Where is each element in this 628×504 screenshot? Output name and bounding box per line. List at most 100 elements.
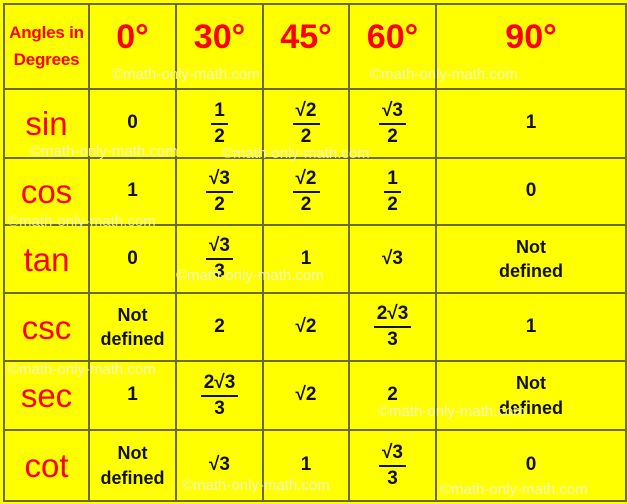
value-cell: 1 bbox=[88, 157, 177, 226]
not-defined-value: Not defined bbox=[100, 303, 164, 352]
fraction-value: 12 bbox=[211, 100, 228, 148]
numeric-value: 1 bbox=[127, 384, 138, 406]
numeric-value: 0 bbox=[127, 112, 138, 134]
corner-header-label: Angles in Degrees bbox=[5, 20, 88, 73]
angle-header-label: 90° bbox=[505, 17, 557, 56]
value-cell: √3 bbox=[348, 224, 437, 294]
function-label: tan bbox=[23, 240, 70, 278]
fraction-value: √2 2 bbox=[292, 100, 320, 148]
angle-header-label: 0° bbox=[116, 17, 149, 56]
trig-table-container: Angles in Degrees 0° 30° 45° 60° 90° sin 0 1 2 √2 2 √… bbox=[0, 3, 628, 504]
fraction-denominator: 2 bbox=[387, 193, 398, 215]
not-defined-line1: Not bbox=[117, 304, 148, 325]
value-cell: 0 bbox=[88, 88, 177, 159]
fraction-value: √3 3 bbox=[206, 235, 233, 283]
fraction-numerator: √3 bbox=[206, 168, 233, 193]
numeric-value: 0 bbox=[525, 180, 537, 202]
fraction-numerator: √2 bbox=[292, 168, 320, 193]
value-cell: Not defined bbox=[435, 224, 627, 294]
not-defined-line1: Not bbox=[515, 236, 546, 257]
function-label: cos bbox=[20, 173, 73, 210]
row-label-cell-tan: tan bbox=[3, 224, 90, 294]
table-header-row: Angles in Degrees 0° 30° 45° 60° 90° bbox=[3, 3, 627, 90]
numeric-value: √2 bbox=[295, 384, 317, 406]
numeric-value: √2 bbox=[295, 315, 317, 337]
fraction-numerator: 2√3 bbox=[373, 303, 412, 328]
value-cell: Not defined bbox=[88, 429, 177, 502]
row-label-cell-cos: cos bbox=[3, 157, 90, 226]
value-cell: √2 2 bbox=[262, 88, 350, 159]
numeric-value: √3 bbox=[382, 247, 403, 269]
not-defined-value: Not defined bbox=[100, 441, 164, 490]
value-cell: 2 bbox=[175, 292, 264, 362]
value-cell: √2 2 bbox=[262, 157, 350, 226]
angle-header-label: 60° bbox=[366, 17, 419, 56]
numeric-value: 1 bbox=[300, 247, 312, 269]
fraction-denominator: 3 bbox=[214, 397, 225, 419]
value-cell: √3 2 bbox=[348, 88, 437, 159]
row-label-cell-sec: sec bbox=[3, 360, 90, 431]
corner-header-cell: Angles in Degrees bbox=[3, 3, 90, 90]
value-cell: √3 3 bbox=[348, 429, 437, 502]
table-row: sec 1 2√3 3 √2 2 Not defined bbox=[3, 360, 627, 431]
fraction-value: 2√3 3 bbox=[200, 372, 239, 420]
fraction-denominator: 2 bbox=[214, 193, 225, 215]
value-cell: √2 bbox=[262, 360, 350, 431]
value-cell: 12 bbox=[175, 88, 264, 159]
numeric-value: 1 bbox=[127, 180, 138, 202]
numeric-value: 0 bbox=[127, 247, 138, 269]
value-cell: 12 bbox=[348, 157, 437, 226]
table-row: csc Not defined 2 √2 2√3 3 1 bbox=[3, 292, 627, 362]
fraction-value: 2√3 3 bbox=[373, 303, 412, 351]
fraction-numerator: √3 bbox=[379, 442, 406, 467]
value-cell: 2 bbox=[348, 360, 437, 431]
column-header-cell: 60° bbox=[348, 3, 437, 90]
value-cell: 0 bbox=[88, 224, 177, 294]
value-cell: Not defined bbox=[88, 292, 177, 362]
value-cell: Not defined bbox=[435, 360, 627, 431]
value-cell: 1 bbox=[435, 292, 627, 362]
value-cell: √3 bbox=[175, 429, 264, 502]
fraction-value: √3 3 bbox=[379, 442, 406, 490]
not-defined-line2: defined bbox=[498, 397, 563, 418]
fraction-numerator: √2 bbox=[292, 100, 320, 125]
not-defined-line1: Not bbox=[515, 373, 546, 394]
value-cell: 1 bbox=[262, 429, 350, 502]
value-cell: √3 2 bbox=[175, 157, 264, 226]
value-cell: 2√3 3 bbox=[348, 292, 437, 362]
numeric-value: √3 bbox=[209, 454, 230, 476]
value-cell: √3 3 bbox=[175, 224, 264, 294]
value-cell: 1 bbox=[262, 224, 350, 294]
table-row: tan 0 √3 3 1 √3 Not defined bbox=[3, 224, 627, 294]
value-cell: √2 bbox=[262, 292, 350, 362]
function-label: csc bbox=[21, 308, 72, 346]
fraction-denominator: 3 bbox=[214, 261, 225, 282]
row-label-cell-csc: csc bbox=[3, 292, 90, 362]
table-row: sin 0 1 2 √2 2 √3 2 1 bbox=[3, 88, 627, 159]
row-label-cell-sin: sin bbox=[3, 88, 90, 159]
value-cell: 0 bbox=[435, 429, 627, 502]
table-row: cot Not defined √3 1 √3 3 0 bbox=[3, 429, 627, 502]
numeric-value: 1 bbox=[525, 112, 537, 134]
trigonometric-ratio-table: Angles in Degrees 0° 30° 45° 60° 90° sin 0 1 2 √2 2 √… bbox=[3, 3, 627, 502]
fraction-numerator: 1 bbox=[211, 100, 228, 125]
function-label: cot bbox=[24, 447, 69, 484]
function-label: sin bbox=[25, 105, 68, 142]
fraction-numerator: 2√3 bbox=[200, 372, 239, 397]
value-cell: 0 bbox=[435, 157, 627, 226]
column-header-cell: 30° bbox=[175, 3, 264, 90]
not-defined-value: Not defined bbox=[499, 371, 563, 420]
column-header-cell: 45° bbox=[262, 3, 350, 90]
value-cell: 2√3 3 bbox=[175, 360, 264, 431]
value-cell: 1 bbox=[435, 88, 627, 159]
table-row: cos 1 √3 2 √2 2 1 2 0 bbox=[3, 157, 627, 226]
fraction-denominator: 3 bbox=[387, 467, 398, 489]
fraction-denominator: 2 bbox=[300, 125, 312, 147]
fraction-numerator: √3 bbox=[379, 100, 406, 125]
fraction-numerator: √3 bbox=[206, 235, 233, 260]
fraction-value: 12 bbox=[384, 168, 401, 216]
not-defined-line1: Not bbox=[117, 443, 148, 464]
function-label: sec bbox=[20, 377, 73, 414]
fraction-value: √2 2 bbox=[292, 168, 320, 216]
angle-header-label: 45° bbox=[280, 17, 332, 56]
